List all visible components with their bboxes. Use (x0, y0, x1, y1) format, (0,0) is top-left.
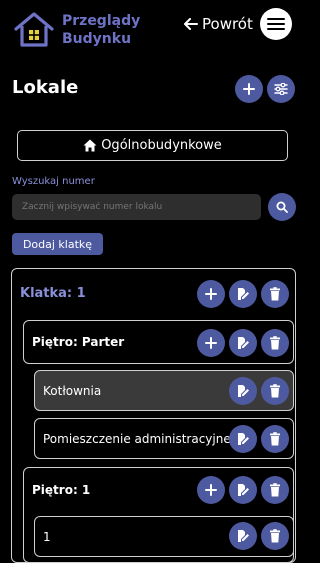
house-logo-icon (14, 12, 54, 47)
unit-edit-button[interactable] (229, 522, 257, 550)
back-link[interactable]: Powrót (184, 14, 253, 34)
search-icon (276, 201, 288, 213)
add-staircase-button[interactable]: Dodaj klatkę (12, 233, 103, 255)
unit-label: Kotłownia (43, 383, 102, 398)
edit-icon (238, 337, 249, 349)
logo-text-line1: Przeglądy (62, 13, 141, 29)
menu-button[interactable] (260, 8, 292, 40)
home-icon (83, 139, 97, 152)
edit-icon (238, 530, 249, 542)
plus-icon (243, 83, 255, 95)
search-button[interactable] (268, 193, 296, 221)
add-staircase-label: Dodaj klatkę (22, 237, 93, 251)
trash-icon (270, 336, 280, 350)
floor-add-button[interactable] (197, 476, 225, 504)
page-title: Lokale (12, 77, 79, 98)
unit-label: Pomieszczenie administracyjne (43, 431, 231, 446)
arrow-left-icon (184, 18, 198, 30)
plus-icon (205, 288, 217, 300)
floor-delete-button[interactable] (261, 329, 289, 357)
search-input[interactable] (12, 194, 261, 220)
staircase-label: Klatka: 1 (20, 285, 86, 301)
edit-icon (238, 385, 249, 397)
plus-icon (205, 337, 217, 349)
back-label: Powrót (202, 15, 253, 33)
unit-edit-button[interactable] (229, 425, 257, 453)
filter-button[interactable] (267, 75, 295, 103)
trash-icon (270, 384, 280, 398)
general-building-button[interactable]: Ogólnobudynkowe (17, 130, 288, 161)
unit-delete-button[interactable] (261, 425, 289, 453)
sliders-icon (274, 83, 288, 95)
unit-delete-button[interactable] (261, 377, 289, 405)
plus-icon (205, 484, 217, 496)
add-button[interactable] (235, 75, 263, 103)
edit-icon (238, 288, 249, 300)
trash-icon (270, 287, 280, 301)
general-building-label: Ogólnobudynkowe (101, 138, 222, 153)
logo-text-line2: Budynku (62, 31, 132, 47)
floor-edit-button[interactable] (229, 476, 257, 504)
trash-icon (270, 483, 280, 497)
staircase-delete-button[interactable] (261, 280, 289, 308)
staircase-add-button[interactable] (197, 280, 225, 308)
unit-label: 1 (43, 529, 51, 544)
search-label: Wyszukaj numer (12, 176, 95, 187)
floor-label: Piętro: Parter (32, 335, 125, 349)
floor-delete-button[interactable] (261, 476, 289, 504)
edit-icon (238, 484, 249, 496)
trash-icon (270, 529, 280, 543)
floor-label: Piętro: 1 (32, 483, 91, 497)
trash-icon (270, 432, 280, 446)
hamburger-icon (267, 18, 285, 30)
floor-add-button[interactable] (197, 329, 225, 357)
edit-icon (238, 433, 249, 445)
unit-edit-button[interactable] (229, 377, 257, 405)
unit-delete-button[interactable] (261, 522, 289, 550)
app-logo[interactable]: Przeglądy Budynku (12, 12, 140, 52)
staircase-edit-button[interactable] (229, 280, 257, 308)
floor-edit-button[interactable] (229, 329, 257, 357)
